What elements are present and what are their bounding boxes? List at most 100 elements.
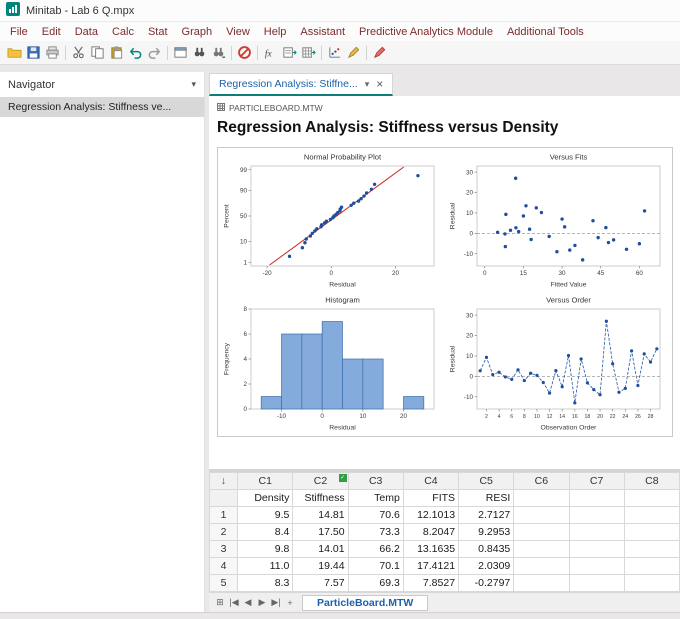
cell-c3-r2[interactable]: 73.3	[347, 523, 404, 541]
plot-versus-fits[interactable]: Versus Fits 0 15 30 45 60 -10 0 10 20 30 Fitted Val…	[447, 151, 669, 290]
cell-c4-r5[interactable]: 7.8527	[402, 574, 460, 592]
session-fold-icon[interactable]	[280, 43, 299, 62]
menu-assistant[interactable]: Assistant	[293, 26, 352, 38]
paste-icon[interactable]	[107, 43, 126, 62]
cell-c2-r4[interactable]: 19.44	[292, 557, 349, 575]
cell-c5-r2[interactable]: 9.2953	[458, 523, 515, 541]
tab-chevron-icon[interactable]: ▾	[365, 79, 370, 90]
plot-histogram[interactable]: Histogram -10 0 10 20 0 2 4 6 8 Residual Frequency	[221, 294, 443, 433]
copy-icon[interactable]	[88, 43, 107, 62]
cell-c3-r5[interactable]: 69.3	[347, 574, 404, 592]
highlight-icon[interactable]	[370, 43, 389, 62]
sheet-tab-particleboard[interactable]: ParticleBoard.MTW	[302, 594, 429, 611]
add-worksheet-icon[interactable]: +	[283, 598, 297, 608]
first-row-icon[interactable]: |◀	[227, 597, 241, 608]
cell-c2-r1[interactable]: 14.81	[292, 506, 349, 524]
cell-c7-r5[interactable]	[568, 574, 625, 592]
residual-plots-figure[interactable]: Normal Probability Plot -20 0 20 1 10 50 90 99 Re…	[217, 147, 673, 437]
cell-c2-r2[interactable]: 17.50	[292, 523, 349, 541]
cell-c6-r3[interactable]	[513, 540, 570, 558]
cell-c6-r1[interactable]	[513, 506, 570, 524]
last-dialog-icon[interactable]	[171, 43, 190, 62]
worksheet-corner-direction-arrow[interactable]: ↓	[208, 472, 239, 490]
fx-calculator-icon[interactable]: fx	[261, 43, 280, 62]
undo-icon[interactable]	[126, 43, 145, 62]
variable-name-fits[interactable]: FITS	[402, 489, 460, 507]
navigator-menu-chevron-icon[interactable]: ▾	[191, 79, 196, 90]
last-row-icon[interactable]: ▶|	[269, 597, 283, 608]
find-icon[interactable]	[190, 43, 209, 62]
menu-edit[interactable]: Edit	[35, 26, 68, 38]
cell-c7-r4[interactable]	[568, 557, 625, 575]
menu-stat[interactable]: Stat	[141, 26, 175, 38]
column-header-c6[interactable]: C6	[513, 472, 570, 490]
row-number[interactable]: 4	[208, 557, 239, 575]
cell-c4-r2[interactable]: 8.2047	[402, 523, 460, 541]
cell-c4-r4[interactable]: 17.4121	[402, 557, 460, 575]
cell-c8-r3[interactable]	[623, 540, 680, 558]
cell-c1-r5[interactable]: 8.3	[237, 574, 294, 592]
cell-c2-r5[interactable]: 7.57	[292, 574, 349, 592]
cell-c8-r1[interactable]	[623, 506, 680, 524]
column-header-c7[interactable]: C7	[568, 472, 625, 490]
cell-c4-r3[interactable]: 13.1635	[402, 540, 460, 558]
variable-name-density[interactable]: Density	[237, 489, 294, 507]
cell-c8-r4[interactable]	[623, 557, 680, 575]
row-number[interactable]: 3	[208, 540, 239, 558]
plot-versus-order[interactable]: Versus Order 2 4 6 8 10 12 14 16 18 20 22 24 26 28 -10 0…	[447, 294, 669, 433]
menu-additional-tools[interactable]: Additional Tools	[500, 26, 591, 38]
variable-name-resi[interactable]: RESI	[458, 489, 515, 507]
scatterplot-icon[interactable]	[325, 43, 344, 62]
column-header-c2[interactable]: C2 ✓	[292, 472, 349, 490]
variable-name-stiffness[interactable]: Stiffness	[292, 489, 349, 507]
cell-c7-r3[interactable]	[568, 540, 625, 558]
column-header-c5[interactable]: C5	[458, 472, 515, 490]
replace-icon[interactable]	[209, 43, 228, 62]
column-header-c3[interactable]: C3	[347, 472, 404, 490]
cell-c6-r5[interactable]	[513, 574, 570, 592]
row-number[interactable]: 2	[208, 523, 239, 541]
cell-c2-r3[interactable]: 14.01	[292, 540, 349, 558]
column-header-c8[interactable]: C8	[623, 472, 680, 490]
column-header-c1[interactable]: C1	[237, 472, 294, 490]
redo-icon[interactable]	[145, 43, 164, 62]
menu-graph[interactable]: Graph	[175, 26, 220, 38]
stop-icon[interactable]	[235, 43, 254, 62]
menu-help[interactable]: Help	[257, 26, 294, 38]
save-file-icon[interactable]	[24, 43, 43, 62]
cell-c4-r1[interactable]: 12.1013	[402, 506, 460, 524]
cell-c5-r5[interactable]: -0.2797	[458, 574, 515, 592]
row-number[interactable]: 5	[208, 574, 239, 592]
row-number[interactable]: 1	[208, 506, 239, 524]
cell-c6-r2[interactable]	[513, 523, 570, 541]
cell-c5-r4[interactable]: 2.0309	[458, 557, 515, 575]
variable-name-c7[interactable]	[568, 489, 625, 507]
cell-c5-r1[interactable]: 2.7127	[458, 506, 515, 524]
prev-row-icon[interactable]: ◀	[241, 597, 255, 608]
menu-view[interactable]: View	[219, 26, 257, 38]
plot-normal-probability[interactable]: Normal Probability Plot -20 0 20 1 10 50 90 99 Re…	[221, 151, 443, 290]
cell-c8-r5[interactable]	[623, 574, 680, 592]
cut-icon[interactable]	[69, 43, 88, 62]
cell-c7-r2[interactable]	[568, 523, 625, 541]
cell-c1-r3[interactable]: 9.8	[237, 540, 294, 558]
cell-c8-r2[interactable]	[623, 523, 680, 541]
variable-name-c6[interactable]	[513, 489, 570, 507]
worksheet-grid-icon[interactable]: ⊞	[213, 597, 227, 608]
cell-c3-r1[interactable]: 70.6	[347, 506, 404, 524]
navigator-item-regression-analysis[interactable]: Regression Analysis: Stiffness ve...	[0, 97, 204, 117]
tab-regression-analysis[interactable]: Regression Analysis: Stiffne... ▾ ×	[209, 73, 394, 96]
cell-c1-r1[interactable]: 9.5	[237, 506, 294, 524]
cell-c7-r1[interactable]	[568, 506, 625, 524]
menu-calc[interactable]: Calc	[105, 26, 141, 38]
brush-icon[interactable]	[344, 43, 363, 62]
variable-name-c8[interactable]	[623, 489, 680, 507]
cell-c3-r3[interactable]: 66.2	[347, 540, 404, 558]
cell-c5-r3[interactable]: 0.8435	[458, 540, 515, 558]
column-header-c4[interactable]: C4	[402, 472, 460, 490]
menu-file[interactable]: File	[3, 26, 35, 38]
cell-c1-r4[interactable]: 11.0	[237, 557, 294, 575]
print-icon[interactable]	[43, 43, 62, 62]
tab-close-icon[interactable]: ×	[376, 78, 383, 90]
menu-data[interactable]: Data	[68, 26, 105, 38]
